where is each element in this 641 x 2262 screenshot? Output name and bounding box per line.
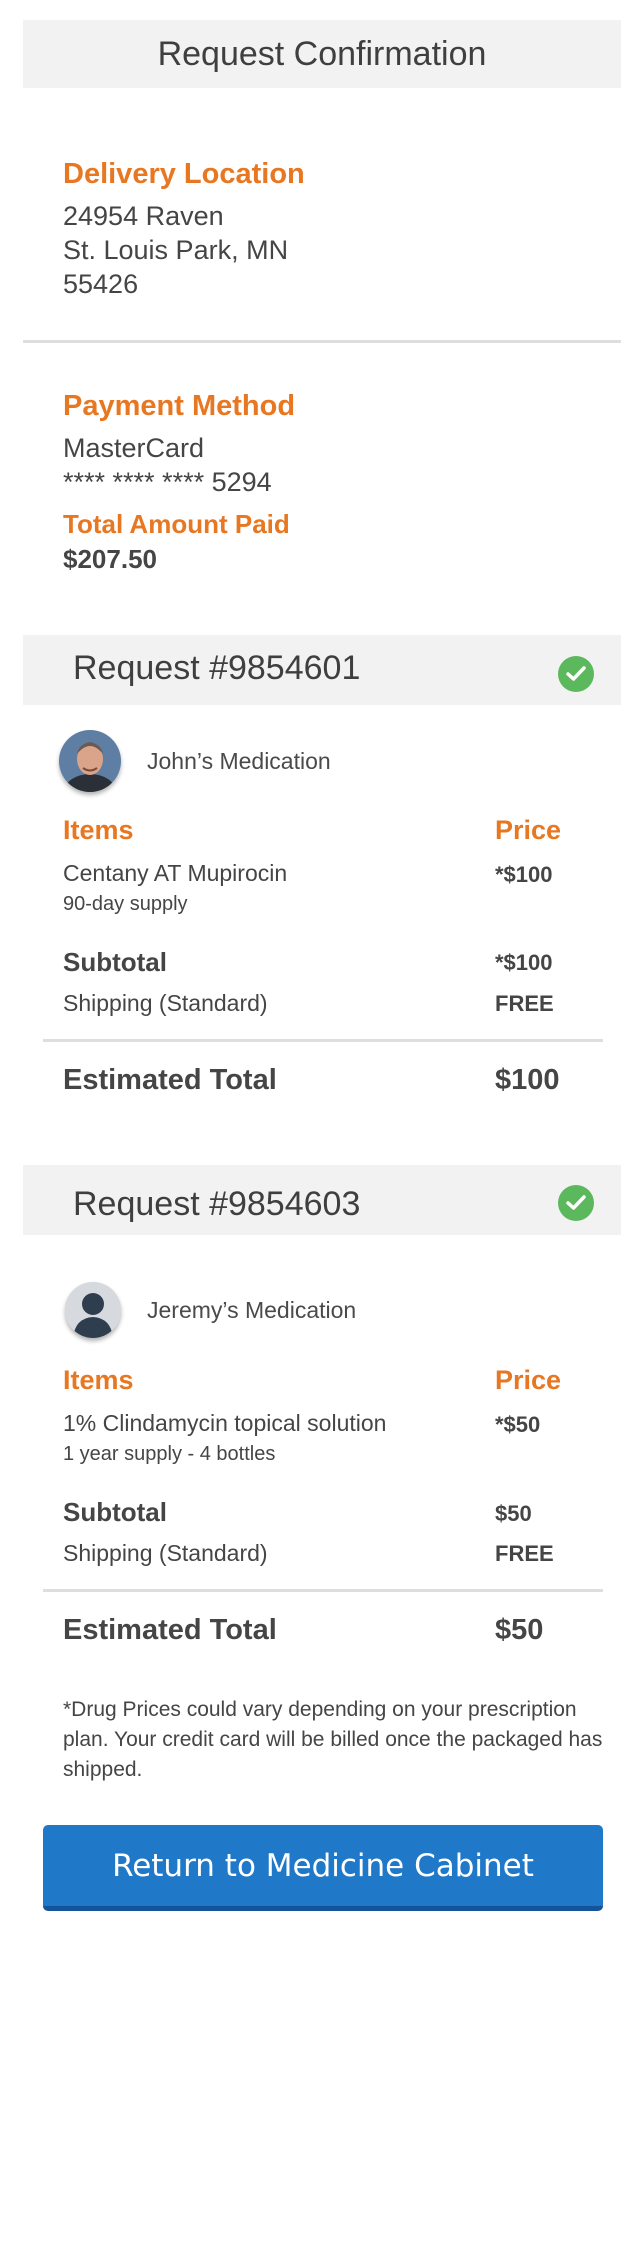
item-price: *$50 <box>495 1412 541 1437</box>
pricing-footnote: *Drug Prices could vary depending on you… <box>63 1698 603 1781</box>
card-number: **** **** **** 5294 <box>63 467 272 497</box>
items-header-row: Items Price <box>63 815 563 846</box>
price-label: Price <box>495 815 562 845</box>
page-title: Request Confirmation <box>157 34 487 73</box>
address-line-1: 24954 Raven <box>63 201 224 231</box>
items-header-row: Items Price <box>63 1365 563 1396</box>
shipping-label: Shipping (Standard) <box>63 1540 268 1566</box>
subtotal-value: $50 <box>495 1501 532 1526</box>
button-label: Return to Medicine Cabinet <box>112 1847 534 1884</box>
card-type: MasterCard <box>63 433 205 463</box>
payment-title: Payment Method <box>63 390 296 422</box>
subtotal-value: *$100 <box>495 950 553 975</box>
subtotal-row: Subtotal *$100 <box>63 947 563 978</box>
address-line-2: St. Louis Park, MN <box>63 235 289 265</box>
item-price: *$100 <box>495 862 553 887</box>
request-header: Request #9854603 <box>23 1165 621 1235</box>
estimated-total-value: $100 <box>495 1064 560 1096</box>
estimated-total-label: Estimated Total <box>63 1614 277 1646</box>
address-line-3: 55426 <box>63 269 139 299</box>
subtotal-label: Subtotal <box>63 1497 167 1527</box>
subtotal-label: Subtotal <box>63 947 167 977</box>
patient-name: Jeremy’s Medication <box>147 1296 357 1323</box>
shipping-value: FREE <box>495 991 554 1016</box>
patient-row: Jeremy’s Medication <box>59 1282 356 1338</box>
shipping-row: Shipping (Standard) FREE <box>63 990 563 1017</box>
estimated-total-row: Estimated Total $100 <box>63 1064 563 1097</box>
total-divider <box>43 1039 603 1042</box>
estimated-total-row: Estimated Total $50 <box>63 1614 563 1647</box>
return-to-medicine-cabinet-button[interactable]: Return to Medicine Cabinet <box>43 1825 603 1911</box>
shipping-label: Shipping (Standard) <box>63 990 268 1016</box>
items-label: Items <box>63 1365 134 1395</box>
items-label: Items <box>63 815 134 845</box>
estimated-total-label: Estimated Total <box>63 1064 277 1096</box>
item-supply: 1 year supply - 4 bottles <box>63 1443 276 1465</box>
request-title: Request #9854601 <box>73 649 361 687</box>
item-supply: 90-day supply <box>63 893 188 915</box>
check-icon <box>558 656 594 692</box>
request-header: Request #9854601 <box>23 635 621 705</box>
request-title: Request #9854603 <box>73 1185 361 1223</box>
total-paid-label: Total Amount Paid <box>63 509 290 539</box>
price-label: Price <box>495 1365 562 1395</box>
payment-section: Payment Method MasterCard **** **** ****… <box>63 390 295 575</box>
estimated-total-value: $50 <box>495 1614 544 1646</box>
item-name: 1% Clindamycin topical solution <box>63 1410 387 1436</box>
delivery-title: Delivery Location <box>63 158 305 190</box>
avatar <box>65 1282 121 1338</box>
section-divider <box>23 340 621 343</box>
total-divider <box>43 1589 603 1592</box>
avatar <box>59 730 121 792</box>
patient-row: John’s Medication <box>59 730 331 792</box>
page-header: Request Confirmation <box>23 20 621 88</box>
subtotal-row: Subtotal $50 <box>63 1497 563 1528</box>
list-item: 1% Clindamycin topical solution 1 year s… <box>63 1410 563 1466</box>
total-paid-value: $207.50 <box>63 544 157 574</box>
shipping-value: FREE <box>495 1541 554 1566</box>
check-icon <box>558 1185 594 1221</box>
patient-name: John’s Medication <box>147 747 331 774</box>
list-item: Centany AT Mupirocin 90-day supply *$100 <box>63 860 563 916</box>
delivery-section: Delivery Location 24954 Raven St. Louis … <box>63 158 305 301</box>
shipping-row: Shipping (Standard) FREE <box>63 1540 563 1567</box>
item-name: Centany AT Mupirocin <box>63 860 288 886</box>
